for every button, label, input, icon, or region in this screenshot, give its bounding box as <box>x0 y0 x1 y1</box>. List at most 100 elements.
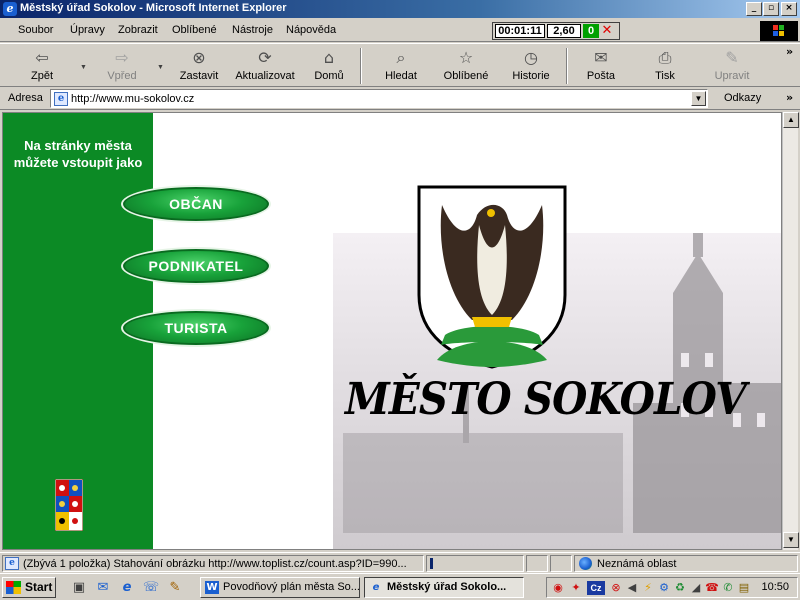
home-icon: ⌂ <box>323 48 335 67</box>
sidebar-caption: Na stránky města můžete vstoupit jako <box>13 138 143 170</box>
mail-icon: ✉ <box>594 48 608 67</box>
ie-logo-icon[interactable]: e <box>3 2 17 16</box>
clock[interactable]: 10:50 <box>761 581 789 593</box>
history-button[interactable]: ◷ Historie <box>502 46 560 86</box>
tray-volume-icon[interactable]: ◀ <box>625 581 639 595</box>
status-text: (Zbývá 1 položka) Stahování obrázku http… <box>23 558 407 570</box>
stop-button[interactable]: ⊗ Zastavit <box>170 46 228 86</box>
start-button[interactable]: Start <box>2 577 56 598</box>
address-input[interactable] <box>71 92 691 106</box>
menu-napoveda[interactable]: Nápověda <box>286 24 336 36</box>
tray-network-icon[interactable]: ⚡ <box>641 581 655 595</box>
meter-count: 0 <box>583 24 599 38</box>
tray-shield-icon[interactable]: ⊗ <box>609 581 623 595</box>
minimize-button[interactable]: _ <box>746 2 762 16</box>
tray-printer-icon[interactable]: ◢ <box>689 581 703 595</box>
forward-button[interactable]: ⇨ Vpřed <box>92 46 152 86</box>
scroll-up-icon[interactable]: ▲ <box>783 112 799 128</box>
title-bar[interactable]: e Městský úřad Sokolov - Microsoft Inter… <box>0 0 800 18</box>
print-button[interactable]: ⎙ Tisk <box>642 46 688 86</box>
windows-flag-icon <box>6 581 21 594</box>
menu-upravy[interactable]: Úpravy <box>70 24 105 36</box>
quicklaunch-ie-icon[interactable]: e <box>118 579 136 597</box>
czech-coat-of-arms-icon <box>54 478 84 532</box>
maximize-button[interactable]: ▫ <box>763 2 779 16</box>
menubar-chevron-icon[interactable]: » <box>786 22 793 34</box>
zone-text: Neznámá oblast <box>597 558 677 570</box>
forward-dropdown-icon[interactable]: ▼ <box>157 64 164 71</box>
back-dropdown-icon[interactable]: ▼ <box>80 64 87 71</box>
close-button[interactable]: × <box>781 2 797 16</box>
scroll-down-icon[interactable]: ▼ <box>783 532 799 548</box>
meter-close-icon[interactable]: ✕ <box>600 24 614 38</box>
status-main-panel: e (Zbývá 1 položka) Stahování obrázku ht… <box>2 555 424 572</box>
edit-button[interactable]: ✎ Upravit <box>706 46 758 86</box>
address-dropdown-icon[interactable]: ▼ <box>691 91 706 106</box>
entry-button-podnikatel[interactable]: PODNIKATEL <box>121 247 271 285</box>
window-title: Městský úřad Sokolov - Microsoft Interne… <box>20 2 287 14</box>
back-button[interactable]: ⇦ Zpět <box>12 46 72 86</box>
history-icon: ◷ <box>524 48 538 67</box>
address-field[interactable]: e ▼ <box>50 89 708 108</box>
tray-modem-icon[interactable]: ☎ <box>705 581 719 595</box>
tray-folder-icon[interactable]: ▤ <box>737 581 751 595</box>
quicklaunch-app-icon[interactable]: ✎ <box>166 579 184 597</box>
city-title: MĚSTO SOKOLOV <box>345 374 747 425</box>
back-arrow-icon: ⇦ <box>35 48 49 67</box>
search-button[interactable]: ⌕ Hledat <box>372 46 430 86</box>
word-doc-icon: W <box>205 581 219 594</box>
page-content: Na stránky města můžete vstoupit jako OB… <box>2 112 782 550</box>
meter-speed: 2,60 <box>547 24 581 38</box>
entry-button-obcan[interactable]: OBČAN <box>121 185 271 223</box>
tray-language-indicator[interactable]: Cz <box>587 581 605 595</box>
progress-panel <box>426 555 524 572</box>
refresh-icon: ⟳ <box>258 48 272 67</box>
tray-antivirus-icon[interactable]: ◉ <box>551 581 565 595</box>
tray-sync-icon[interactable]: ♻ <box>673 581 687 595</box>
tray-app-icon[interactable]: ✦ <box>569 581 583 595</box>
quicklaunch-explorer-icon[interactable]: ✉ <box>94 579 112 597</box>
refresh-button[interactable]: ⟳ Aktualizovat <box>230 46 300 86</box>
print-icon: ⎙ <box>658 48 672 67</box>
forward-arrow-icon: ⇨ <box>115 48 129 67</box>
page-icon: e <box>54 92 68 106</box>
toolbar: ⇦ Zpět ▼ ⇨ Vpřed ▼ ⊗ Zastavit ⟳ Aktualiz… <box>0 43 800 87</box>
menu-zobrazit[interactable]: Zobrazit <box>118 24 158 36</box>
stop-icon: ⊗ <box>192 48 206 67</box>
favorites-icon: ☆ <box>458 48 474 67</box>
meter-time: 00:01:11 <box>495 24 545 38</box>
sokolov-coat-of-arms-icon <box>417 185 567 369</box>
task-povodnovy-plan[interactable]: W Povodňový plán města So... <box>200 577 360 598</box>
toolbar-separator <box>566 48 568 84</box>
favorites-button[interactable]: ☆ Oblíbené <box>436 46 496 86</box>
quicklaunch-outlook-icon[interactable]: ☏ <box>142 579 160 597</box>
quicklaunch-desktop-icon[interactable]: ▣ <box>70 579 88 597</box>
task-mestsky-urad[interactable]: e Městský úřad Sokolo... <box>364 577 524 598</box>
toolbar-separator <box>360 48 362 84</box>
menu-oblibene[interactable]: Oblíbené <box>172 24 217 36</box>
ie-window-icon: e <box>372 582 380 593</box>
tray-settings-icon[interactable]: ⚙ <box>657 581 671 595</box>
links-label[interactable]: Odkazy <box>724 92 761 104</box>
mail-button[interactable]: ✉ Pošta <box>576 46 626 86</box>
edit-icon: ✎ <box>725 48 739 67</box>
taskbar: Start ▣ ✉ e ☏ ✎ W Povodňový plán města S… <box>0 573 800 600</box>
address-bar: Adresa e ▼ Odkazy » <box>0 88 800 110</box>
page-loading-icon: e <box>5 557 19 570</box>
progress-bar <box>430 558 433 569</box>
address-label: Adresa <box>8 92 43 104</box>
home-button[interactable]: ⌂ Domů <box>304 46 354 86</box>
toolbar-chevron-icon[interactable]: » <box>786 46 793 58</box>
menu-soubor[interactable]: Soubor <box>18 24 53 36</box>
tray-phone-icon[interactable]: ✆ <box>721 581 735 595</box>
zone-panel: Neznámá oblast <box>574 555 798 572</box>
status-bar: e (Zbývá 1 položka) Stahování obrázku ht… <box>0 552 800 572</box>
vertical-scrollbar[interactable]: ▲ ▼ <box>782 112 799 550</box>
connection-meter: 00:01:11 2,60 0 ✕ <box>492 22 620 40</box>
system-tray: ◉ ✦ Cz ⊗ ◀ ⚡ ⚙ ♻ ◢ ☎ ✆ ▤ 10:50 <box>546 577 798 598</box>
menu-nastroje[interactable]: Nástroje <box>232 24 273 36</box>
links-chevron-icon[interactable]: » <box>786 92 793 104</box>
menu-bar: Soubor Úpravy Zobrazit Oblíbené Nástroje… <box>0 18 800 42</box>
entry-button-turista[interactable]: TURISTA <box>121 309 271 347</box>
globe-icon <box>579 557 592 570</box>
